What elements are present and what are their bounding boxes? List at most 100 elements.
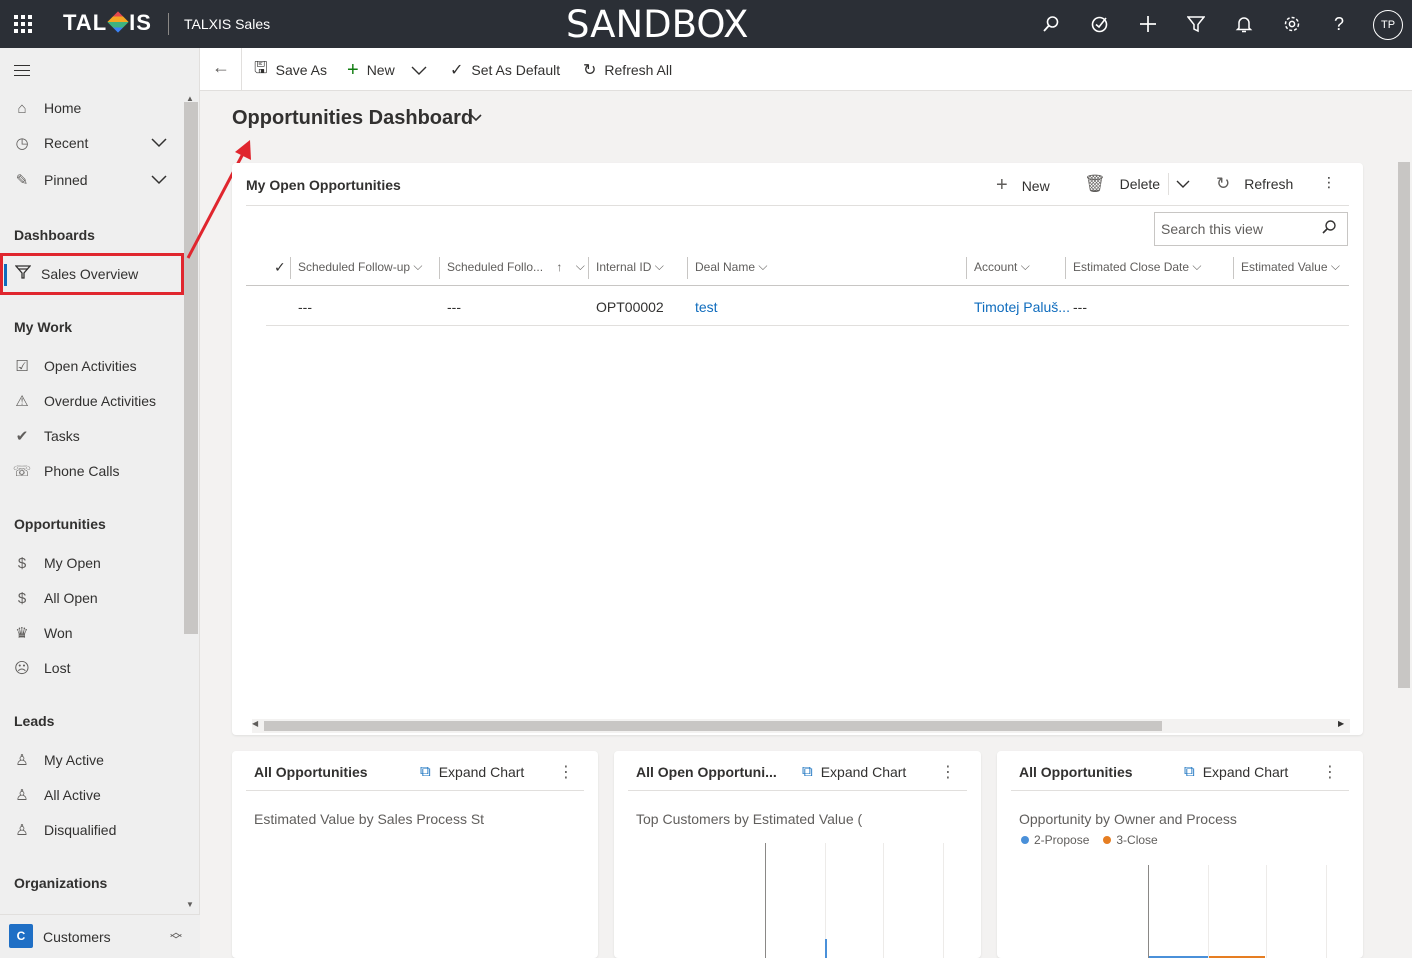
horizontal-scrollbar-thumb[interactable] (264, 721, 1162, 731)
chevron-down-icon[interactable] (150, 172, 168, 186)
new-dropdown-button[interactable] (411, 60, 427, 80)
grid-delete-button[interactable]: 🗑 Delete (1084, 174, 1160, 194)
cell-scheduled-follow-up-2: --- (447, 299, 461, 315)
assistant-icon[interactable] (1088, 12, 1112, 36)
set-as-default-button[interactable]: ✓ Set As Default (450, 60, 560, 80)
cell-estimated-close-date: --- (1073, 299, 1087, 315)
legend-item-propose[interactable]: 2-Propose (1021, 833, 1089, 847)
sidebar-item-open-activities[interactable]: ☑ Open Activities (0, 349, 184, 383)
section-organizations: Organizations (14, 875, 108, 891)
column-divider (439, 257, 440, 279)
dashboard-title[interactable]: Opportunities Dashboard (232, 107, 473, 130)
sidebar-item-recent[interactable]: ◷ Recent (0, 126, 184, 160)
refresh-all-button[interactable]: ↻ Refresh All (583, 60, 672, 80)
filter-icon[interactable] (1184, 12, 1208, 36)
section-my-work: My Work (14, 319, 73, 335)
column-header-estimated-value[interactable]: Estimated Value ⌵ (1241, 259, 1340, 274)
command-divider (241, 48, 242, 91)
expand-chart-button[interactable]: ⧉ Expand Chart (420, 763, 524, 780)
settings-icon[interactable] (1280, 12, 1304, 36)
hamburger-menu-icon[interactable] (14, 65, 30, 76)
sidebar-item-my-open[interactable]: $ My Open (0, 546, 184, 580)
grid-header-divider (246, 205, 1349, 206)
sidebar-item-all-open[interactable]: $ All Open (0, 581, 184, 615)
more-options-icon[interactable]: ⋮ (940, 762, 956, 782)
chart-panel-all-open-opportunities: All Open Opportuni... ⧉ Expand Chart ⋮ To… (614, 751, 981, 958)
more-options-icon[interactable]: ⋮ (558, 762, 574, 782)
chevron-down-icon: ⌵ (575, 259, 585, 273)
more-options-icon[interactable]: ⋮ (1322, 762, 1338, 782)
search-input[interactable] (1161, 221, 1321, 237)
active-indicator (4, 264, 7, 286)
sidebar-item-overdue-activities[interactable]: ⚠ Overdue Activities (0, 384, 184, 418)
chart-gridline (943, 843, 944, 958)
app-name[interactable]: TALXIS Sales (184, 16, 270, 32)
help-icon[interactable]: ? (1327, 12, 1351, 36)
app-launcher-icon[interactable] (14, 15, 32, 33)
chevron-down-icon[interactable] (150, 135, 168, 149)
section-dashboards: Dashboards (14, 227, 95, 243)
more-options-icon[interactable]: ⋮ (1322, 174, 1336, 191)
select-all-checkmark-icon[interactable]: ✓ (274, 259, 286, 276)
dashboard-selector-chevron-icon[interactable] (469, 111, 483, 125)
sidebar-item-lost[interactable]: ☹ Lost (0, 651, 184, 685)
chart-gridline (883, 843, 884, 958)
chart-panel-opportunity-by-owner: All Opportunities ⧉ Expand Chart ⋮ Opport… (997, 751, 1363, 958)
grid-refresh-button[interactable]: ↻ Refresh (1216, 174, 1293, 194)
cell-account-link[interactable]: Timotej Paluš... (974, 299, 1070, 315)
person-icon: ♙ (15, 787, 29, 804)
chart-subtitle: Estimated Value by Sales Process St (254, 811, 485, 827)
chart-axis (1148, 865, 1149, 958)
chevron-down-icon: ⌵ (758, 259, 768, 273)
expand-icon: ⧉ (420, 763, 431, 780)
scroll-left-arrow-icon[interactable]: ◀ (252, 719, 258, 728)
section-leads: Leads (14, 713, 55, 729)
area-switcher[interactable]: C Customers ︿ ﹀ (0, 914, 200, 958)
column-divider (966, 257, 967, 279)
sidebar-item-my-active[interactable]: ♙ My Active (0, 743, 184, 777)
trophy-icon: ♛ (15, 625, 29, 642)
sidebar-item-sales-overview[interactable]: Sales Overview (0, 253, 184, 295)
search-icon[interactable] (1321, 219, 1337, 240)
sidebar-item-pinned[interactable]: ✎ Pinned (0, 163, 184, 197)
grid-new-button[interactable]: + New (996, 174, 1050, 197)
save-as-button[interactable]: 🖫 Save As (254, 60, 327, 80)
user-avatar[interactable]: TP (1373, 10, 1403, 40)
sidebar-item-disqualified[interactable]: ♙ Disqualified (0, 813, 184, 847)
chart-bar[interactable] (825, 939, 827, 958)
expand-chart-button[interactable]: ⧉ Expand Chart (802, 763, 906, 780)
scroll-down-arrow-icon[interactable]: ▼ (186, 900, 194, 909)
notification-icon[interactable] (1232, 12, 1256, 36)
main-scrollbar-thumb[interactable] (1398, 162, 1410, 688)
scroll-right-arrow-icon[interactable]: ▶ (1338, 719, 1344, 728)
sidebar-item-all-active[interactable]: ♙ All Active (0, 778, 184, 812)
expand-chart-button[interactable]: ⧉ Expand Chart (1184, 763, 1288, 780)
cell-deal-name-link[interactable]: test (695, 299, 718, 315)
column-header-scheduled-follow-up-2[interactable]: Scheduled Follo... ↑ ⌵ (447, 259, 585, 274)
column-header-account[interactable]: Account ⌵ (974, 259, 1030, 274)
expand-icon: ⧉ (802, 763, 813, 780)
column-header-estimated-close-date[interactable]: Estimated Close Date ⌵ (1073, 259, 1202, 274)
chart-gridline (1266, 865, 1267, 958)
top-bar: TAL IS TALXIS Sales SANDBOX ? TP (0, 0, 1412, 48)
chevron-down-icon[interactable] (1176, 178, 1190, 190)
sidebar-item-tasks[interactable]: ✔ Tasks (0, 419, 184, 453)
column-header-deal-name[interactable]: Deal Name ⌵ (695, 259, 767, 274)
refresh-icon: ↻ (583, 62, 597, 79)
cell-scheduled-follow-up: --- (298, 299, 312, 315)
expand-icon: ⧉ (1184, 763, 1195, 780)
chart-title: All Opportunities (1019, 764, 1133, 780)
plus-icon: + (347, 58, 359, 81)
sidebar-item-home[interactable]: ⌂ Home (0, 91, 184, 125)
column-header-internal-id[interactable]: Internal ID ⌵ (596, 259, 664, 274)
dollar-icon: $ (17, 554, 27, 572)
add-icon[interactable] (1136, 12, 1160, 36)
sidebar-item-won[interactable]: ♛ Won (0, 616, 184, 650)
new-button[interactable]: + New (347, 58, 395, 81)
search-icon[interactable] (1039, 12, 1063, 36)
sidebar-item-phone-calls[interactable]: ☏ Phone Calls (0, 454, 184, 488)
legend-item-close[interactable]: 3-Close (1103, 833, 1157, 847)
person-icon: ♙ (15, 752, 29, 769)
column-header-scheduled-follow-up[interactable]: Scheduled Follow-up ⌵ (298, 259, 423, 274)
back-arrow-icon[interactable]: ← (212, 57, 230, 78)
